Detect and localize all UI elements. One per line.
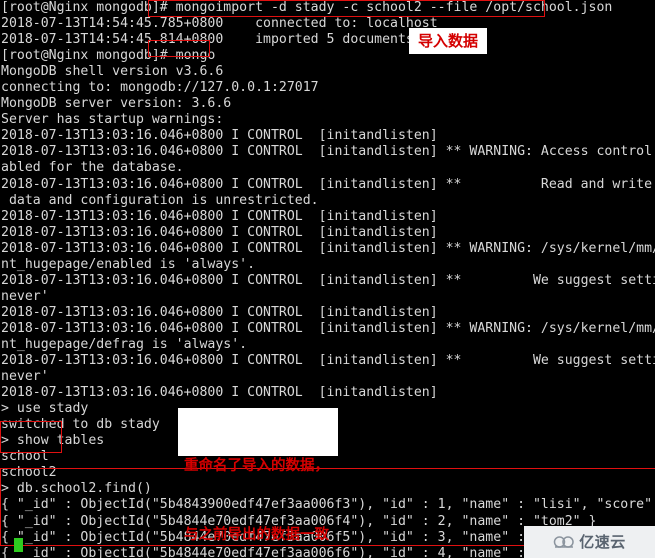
watermark: 亿速云 — [524, 526, 655, 558]
terminal-line: never' — [1, 369, 49, 385]
terminal-line: MongoDB shell version v3.6.6 — [1, 64, 224, 80]
terminal-line: 2018-07-13T13:03:16.046+0800 I CONTROL [… — [1, 240, 655, 256]
terminal-line: abled for the database. — [1, 160, 184, 176]
annotation-import-data: 导入数据 — [409, 28, 487, 54]
terminal-line: 2018-07-13T13:03:16.046+0800 I CONTROL [… — [1, 272, 655, 288]
terminal-line: MongoDB server version: 3.6.6 — [1, 96, 232, 112]
cloud-icon — [553, 535, 575, 549]
terminal-line: 2018-07-13T13:03:16.046+0800 I CONTROL [… — [1, 304, 438, 320]
terminal-line: 2018-07-13T13:03:16.046+0800 I CONTROL [… — [1, 144, 653, 160]
terminal-line: 2018-07-13T13:03:16.046+0800 I CONTROL [… — [1, 320, 655, 336]
terminal-line: 2018-07-13T13:03:16.046+0800 I CONTROL [… — [1, 353, 655, 369]
terminal-line: data and configuration is unrestricted. — [1, 192, 319, 208]
terminal-line: [root@Nginx mongodb]# mongo — [1, 48, 216, 64]
terminal-cursor — [14, 538, 23, 552]
terminal-line: connecting to: mongodb://127.0.0.1:27017 — [1, 80, 319, 96]
terminal-line: nt_hugepage/enabled is 'always'. — [1, 256, 256, 272]
terminal-line: 2018-07-13T13:03:16.046+0800 I CONTROL [… — [1, 176, 653, 192]
terminal-line: 2018-07-13T14:54:45.785+0800 connected t… — [1, 16, 438, 32]
terminal-line: 2018-07-13T13:03:16.046+0800 I CONTROL [… — [1, 208, 438, 224]
terminal-line: [root@Nginx mongodb]# mongoimport -d sta… — [1, 0, 613, 15]
terminal-line: 2018-07-13T13:03:16.046+0800 I CONTROL [… — [1, 224, 438, 240]
terminal-line: 2018-07-13T13:03:16.046+0800 I CONTROL [… — [1, 385, 438, 401]
watermark-text: 亿速云 — [579, 532, 626, 551]
terminal-line: 2018-07-13T14:54:45.814+0800 imported 5 … — [1, 32, 414, 48]
annotation-rename-line2: 与之前导出的数据一致 — [184, 527, 329, 543]
terminal-window[interactable]: [root@Nginx mongodb]# mongoimport -d sta… — [0, 0, 655, 558]
terminal-line: 2018-07-13T13:03:16.046+0800 I CONTROL [… — [1, 128, 438, 144]
annotation-rename-line1: 重命名了导入的数据， — [184, 458, 329, 474]
terminal-line: Server has startup warnings: — [1, 112, 224, 128]
annotation-rename-note: 重命名了导入的数据， 与之前导出的数据一致 — [178, 408, 338, 543]
terminal-line: nt_hugepage/defrag is 'always'. — [1, 336, 248, 352]
terminal-line: never' — [1, 288, 49, 304]
